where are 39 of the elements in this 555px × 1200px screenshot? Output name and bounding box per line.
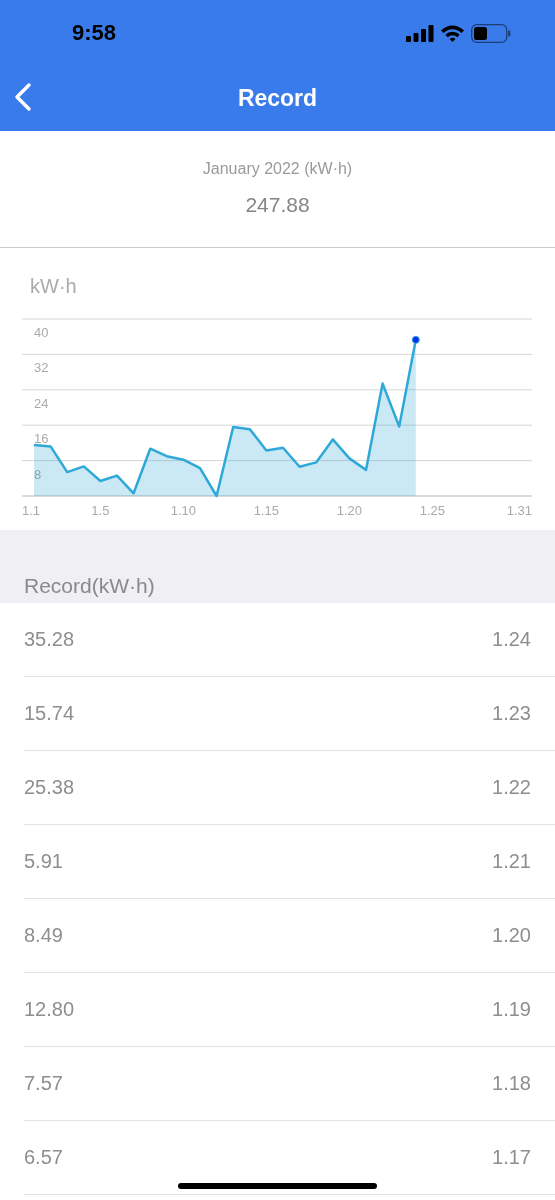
record-date: 1.18 [492,1072,531,1095]
signal-icon [406,24,434,42]
record-value: 12.80 [24,998,75,1021]
x-tick-label: 1.20 [336,503,363,518]
x-tick-label: 1.31 [506,503,532,518]
y-tick-label: 32 [34,360,49,376]
section-title: Record(kW·h) [24,574,155,598]
record-date: 1.23 [492,702,531,725]
record-value: 7.57 [24,1072,63,1095]
back-chevron-icon [14,82,32,112]
record-value: 35.28 [24,628,75,651]
record-value: 6.57 [24,1146,63,1169]
record-date: 1.24 [492,628,531,651]
record-date: 1.22 [492,776,531,799]
axis-unit-label: kW·h [30,275,78,298]
record-date: 1.20 [492,924,531,947]
record-value: 5.91 [24,850,63,873]
highlight-point [411,335,420,344]
total-value: 247.88 [245,193,310,217]
page-title: Record [237,85,318,112]
y-tick-label: 16 [34,431,49,447]
x-tick-label: 1.10 [170,503,197,518]
period-label: January 2022 (kW·h) [202,160,353,178]
record-date: 1.21 [492,850,531,873]
record-value: 8.49 [24,924,63,947]
y-tick-label: 24 [34,395,49,411]
wifi-icon [440,24,465,42]
record-value: 25.38 [24,776,75,799]
record-date: 1.17 [492,1146,531,1169]
y-tick-label: 8 [34,466,42,482]
x-tick-label: 1.1 [22,503,41,518]
x-tick-label: 1.5 [91,503,110,518]
battery-icon [471,23,511,43]
record-date: 1.19 [492,998,531,1021]
status-time: 9:58 [72,20,117,46]
x-tick-label: 1.25 [419,503,446,518]
x-tick-label: 1.15 [253,503,280,518]
y-tick-label: 40 [34,325,49,340]
record-value: 15.74 [24,702,75,725]
